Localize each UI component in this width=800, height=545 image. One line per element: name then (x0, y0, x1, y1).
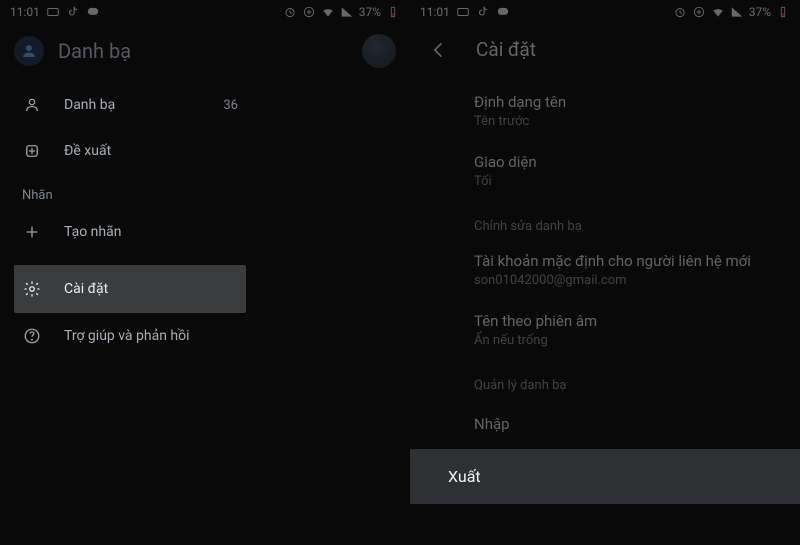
labels-section-header: Nhãn (0, 174, 260, 209)
wifi-icon (321, 5, 335, 19)
tiktok-icon (66, 5, 80, 19)
nav-item-label: Đề xuất (64, 143, 111, 159)
setting-import[interactable]: Nhập (410, 399, 800, 449)
cc-icon (456, 5, 470, 19)
setting-default-account[interactable]: Tài khoản mặc định cho người liên hệ mới… (410, 240, 800, 300)
settings-title: Cài đặt (476, 38, 536, 61)
nav-item-label: Cài đặt (64, 281, 108, 297)
edit-contacts-section-header: Chỉnh sửa danh bạ (410, 201, 800, 240)
nav-item-contacts[interactable]: Danh bạ 36 (0, 82, 260, 128)
status-bar: 11:01 37% (0, 0, 410, 24)
setting-secondary: Tên trước (474, 114, 780, 129)
alarm-icon (283, 5, 297, 19)
cc-icon (46, 5, 60, 19)
help-icon (22, 326, 42, 346)
battery-icon (776, 5, 790, 19)
nav-item-suggestions[interactable]: Đề xuất (0, 128, 260, 174)
person-icon (22, 95, 42, 115)
settings-header: Cài đặt (410, 24, 800, 71)
plus-icon (22, 222, 42, 242)
gear-icon (22, 279, 42, 299)
nav-item-label: Trợ giúp và phản hồi (64, 328, 190, 344)
profile-avatar[interactable] (362, 34, 396, 68)
tiktok-icon (476, 5, 490, 19)
wifi-icon (711, 5, 725, 19)
nav-item-create-label[interactable]: Tạo nhãn (0, 209, 260, 255)
data-saver-icon (302, 5, 316, 19)
setting-phonetic-name[interactable]: Tên theo phiên âm Ẩn nếu trống (410, 300, 800, 360)
battery-text: 37% (749, 5, 771, 19)
setting-primary: Giao diện (474, 153, 780, 171)
status-time: 11:01 (420, 5, 450, 19)
setting-secondary: Ẩn nếu trống (474, 333, 780, 348)
setting-secondary: Tối (474, 174, 780, 189)
line-icon (86, 5, 100, 19)
setting-export[interactable]: Xuất (410, 449, 800, 504)
left-screenshot: 11:01 37% Danh bạ (0, 0, 410, 545)
setting-primary: Định dạng tên (474, 93, 780, 111)
nav-item-settings[interactable]: Cài đặt (14, 265, 246, 313)
signal-icon (340, 5, 354, 19)
right-screenshot: 11:01 37% Cài đặt Định dạng tên (410, 0, 800, 545)
nav-item-label: Danh bạ (64, 97, 115, 113)
data-saver-icon (692, 5, 706, 19)
line-icon (496, 5, 510, 19)
setting-primary: Nhập (474, 415, 780, 433)
setting-primary: Xuất (448, 467, 481, 486)
manage-contacts-section-header: Quản lý danh bạ (410, 360, 800, 399)
alarm-icon (673, 5, 687, 19)
contacts-count: 36 (223, 98, 238, 113)
battery-text: 37% (359, 5, 381, 19)
setting-name-format[interactable]: Định dạng tên Tên trước (410, 81, 800, 141)
sparkle-icon (22, 141, 42, 161)
status-time: 11:01 (10, 5, 40, 19)
back-button[interactable] (428, 39, 450, 61)
settings-list: Định dạng tên Tên trước Giao diện Tối Ch… (410, 71, 800, 449)
nav-item-help[interactable]: Trợ giúp và phản hồi (0, 313, 260, 359)
signal-icon (730, 5, 744, 19)
status-bar: 11:01 37% (410, 0, 800, 24)
setting-primary: Tài khoản mặc định cho người liên hệ mới (474, 252, 780, 270)
nav-item-label: Tạo nhãn (64, 224, 121, 240)
app-header: Danh bạ (0, 24, 410, 82)
battery-icon (386, 5, 400, 19)
setting-secondary: son01042000@gmail.com (474, 273, 780, 288)
navigation-drawer: Danh bạ 36 Đề xuất Nhãn Tạo nhãn (0, 82, 260, 359)
setting-theme[interactable]: Giao diện Tối (410, 141, 800, 201)
contacts-app-icon (14, 36, 44, 66)
setting-primary: Tên theo phiên âm (474, 312, 780, 330)
app-title: Danh bạ (58, 39, 131, 63)
